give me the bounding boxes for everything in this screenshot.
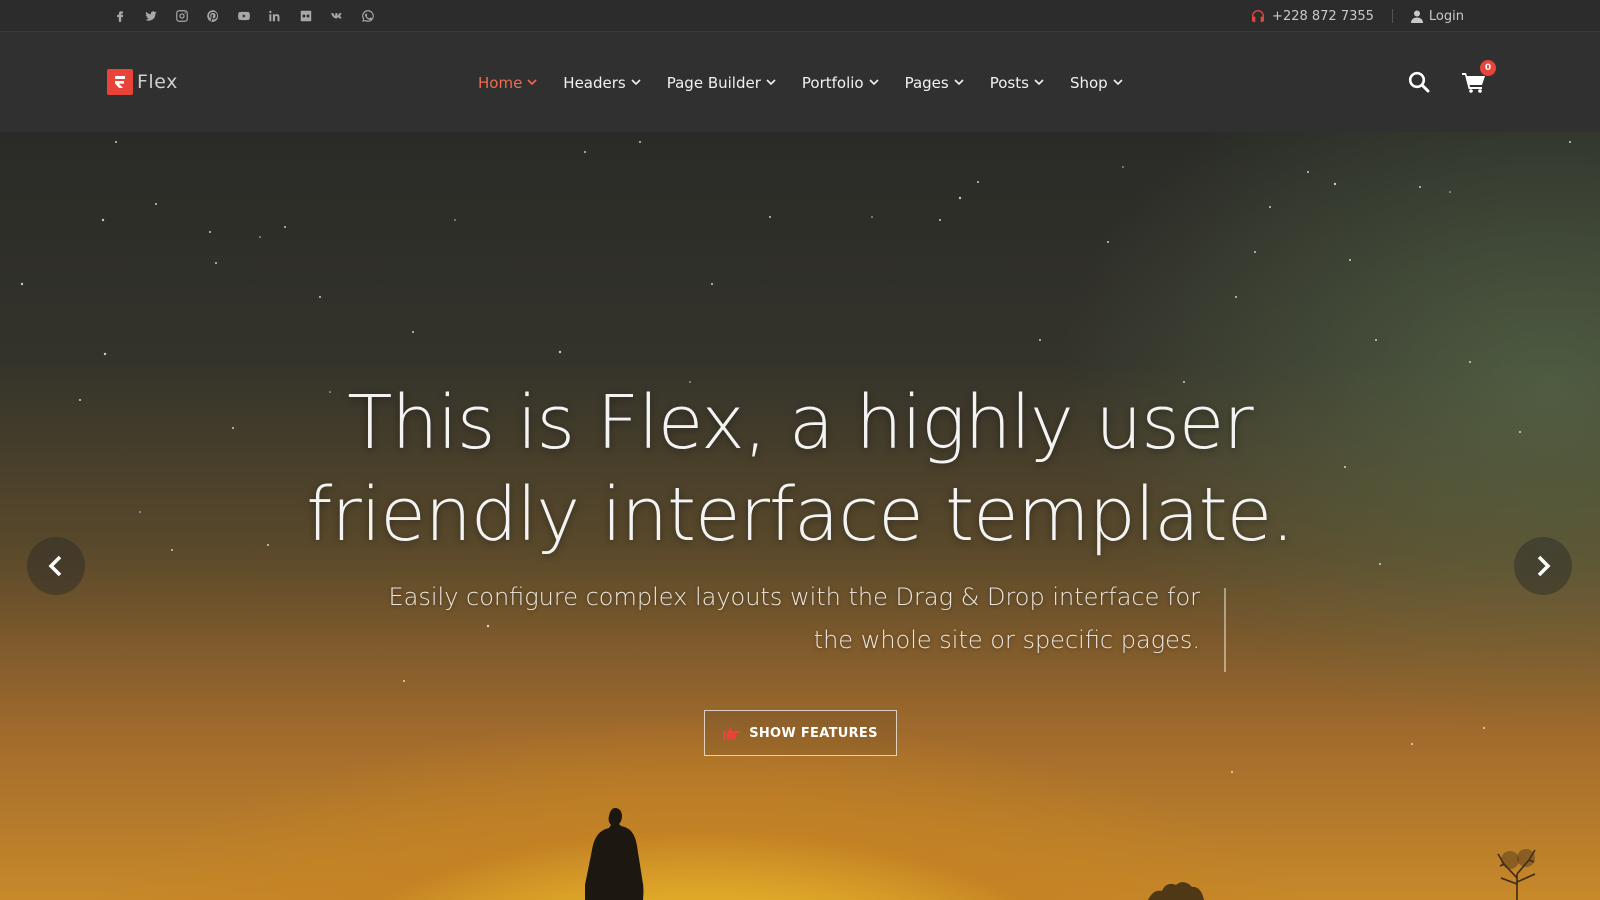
- social-links: [104, 0, 383, 32]
- show-features-label: SHOW FEATURES: [749, 725, 878, 741]
- phone-number: +228 872 7355: [1272, 8, 1374, 24]
- facebook-icon[interactable]: [104, 0, 135, 32]
- vk-icon[interactable]: [321, 0, 352, 32]
- chevron-down-icon: [631, 79, 641, 86]
- nav-label: Home: [478, 73, 523, 92]
- tree-silhouette: [1497, 849, 1536, 900]
- chevron-right-icon: [1537, 555, 1551, 577]
- logo-mark-icon: [107, 69, 133, 95]
- bush-silhouette: [1148, 882, 1204, 900]
- linkedin-icon[interactable]: [259, 0, 290, 32]
- twitter-icon[interactable]: [135, 0, 166, 32]
- hero-subtitle-line1: Easily configure complex layouts with th…: [388, 583, 1200, 611]
- youtube-icon[interactable]: [228, 0, 259, 32]
- nav-label: Posts: [989, 73, 1029, 92]
- nav-label: Page Builder: [666, 73, 761, 92]
- flickr-icon[interactable]: [290, 0, 321, 32]
- chevron-left-icon: [48, 555, 62, 577]
- show-features-button[interactable]: SHOW FEATURES: [704, 710, 897, 756]
- headphones-icon: [1252, 10, 1265, 22]
- hero-title: This is Flex, a highly user friendly int…: [0, 377, 1600, 561]
- user-icon: [1410, 10, 1423, 23]
- nav-item-home[interactable]: Home: [465, 63, 550, 103]
- whatsapp-icon[interactable]: [352, 0, 383, 32]
- chevron-down-icon: [527, 79, 537, 86]
- hero-slider: This is Flex, a highly user friendly int…: [0, 132, 1600, 900]
- logo-text: Flex: [137, 71, 178, 93]
- hero-title-line1: This is Flex, a highly user: [347, 380, 1253, 466]
- hero-subtitle: Easily configure complex layouts with th…: [360, 576, 1200, 662]
- chevron-down-icon: [1113, 79, 1123, 86]
- nav-item-headers[interactable]: Headers: [550, 63, 653, 103]
- hero-title-line2: friendly interface template.: [306, 472, 1294, 558]
- login-link[interactable]: Login: [1393, 9, 1464, 24]
- hero-subtitle-line2: the whole site or specific pages.: [813, 626, 1200, 654]
- main-header: Flex Home Headers Page Builder Portfolio…: [0, 33, 1600, 132]
- pointing-hand-icon: [723, 727, 741, 740]
- chevron-down-icon: [954, 79, 964, 86]
- nav-label: Headers: [563, 73, 626, 92]
- nav-label: Shop: [1069, 73, 1108, 92]
- person-silhouette: [585, 808, 644, 900]
- search-icon[interactable]: [1408, 71, 1430, 93]
- chevron-down-icon: [869, 79, 879, 86]
- logo[interactable]: Flex: [107, 69, 178, 95]
- slider-prev-button[interactable]: [27, 537, 85, 595]
- nav-item-portfolio[interactable]: Portfolio: [789, 63, 892, 103]
- pinterest-icon[interactable]: [197, 0, 228, 32]
- slider-next-button[interactable]: [1514, 537, 1572, 595]
- top-bar: +228 872 7355 Login: [0, 0, 1600, 32]
- nav-label: Portfolio: [801, 73, 864, 92]
- nav-item-posts[interactable]: Posts: [977, 63, 1057, 103]
- nav-item-shop[interactable]: Shop: [1057, 63, 1136, 103]
- nav-item-page-builder[interactable]: Page Builder: [654, 63, 789, 103]
- chevron-down-icon: [766, 79, 776, 86]
- nav-item-pages[interactable]: Pages: [892, 63, 977, 103]
- chevron-down-icon: [1034, 79, 1044, 86]
- main-nav: Home Headers Page Builder Portfolio Page…: [465, 33, 1136, 132]
- topbar-right: +228 872 7355 Login: [1250, 0, 1464, 32]
- subtitle-divider: [1224, 588, 1226, 672]
- nav-label: Pages: [904, 73, 949, 92]
- phone-contact[interactable]: +228 872 7355: [1250, 8, 1393, 24]
- instagram-icon[interactable]: [166, 0, 197, 32]
- cart-count-badge: 0: [1480, 60, 1496, 76]
- login-label: Login: [1428, 8, 1464, 24]
